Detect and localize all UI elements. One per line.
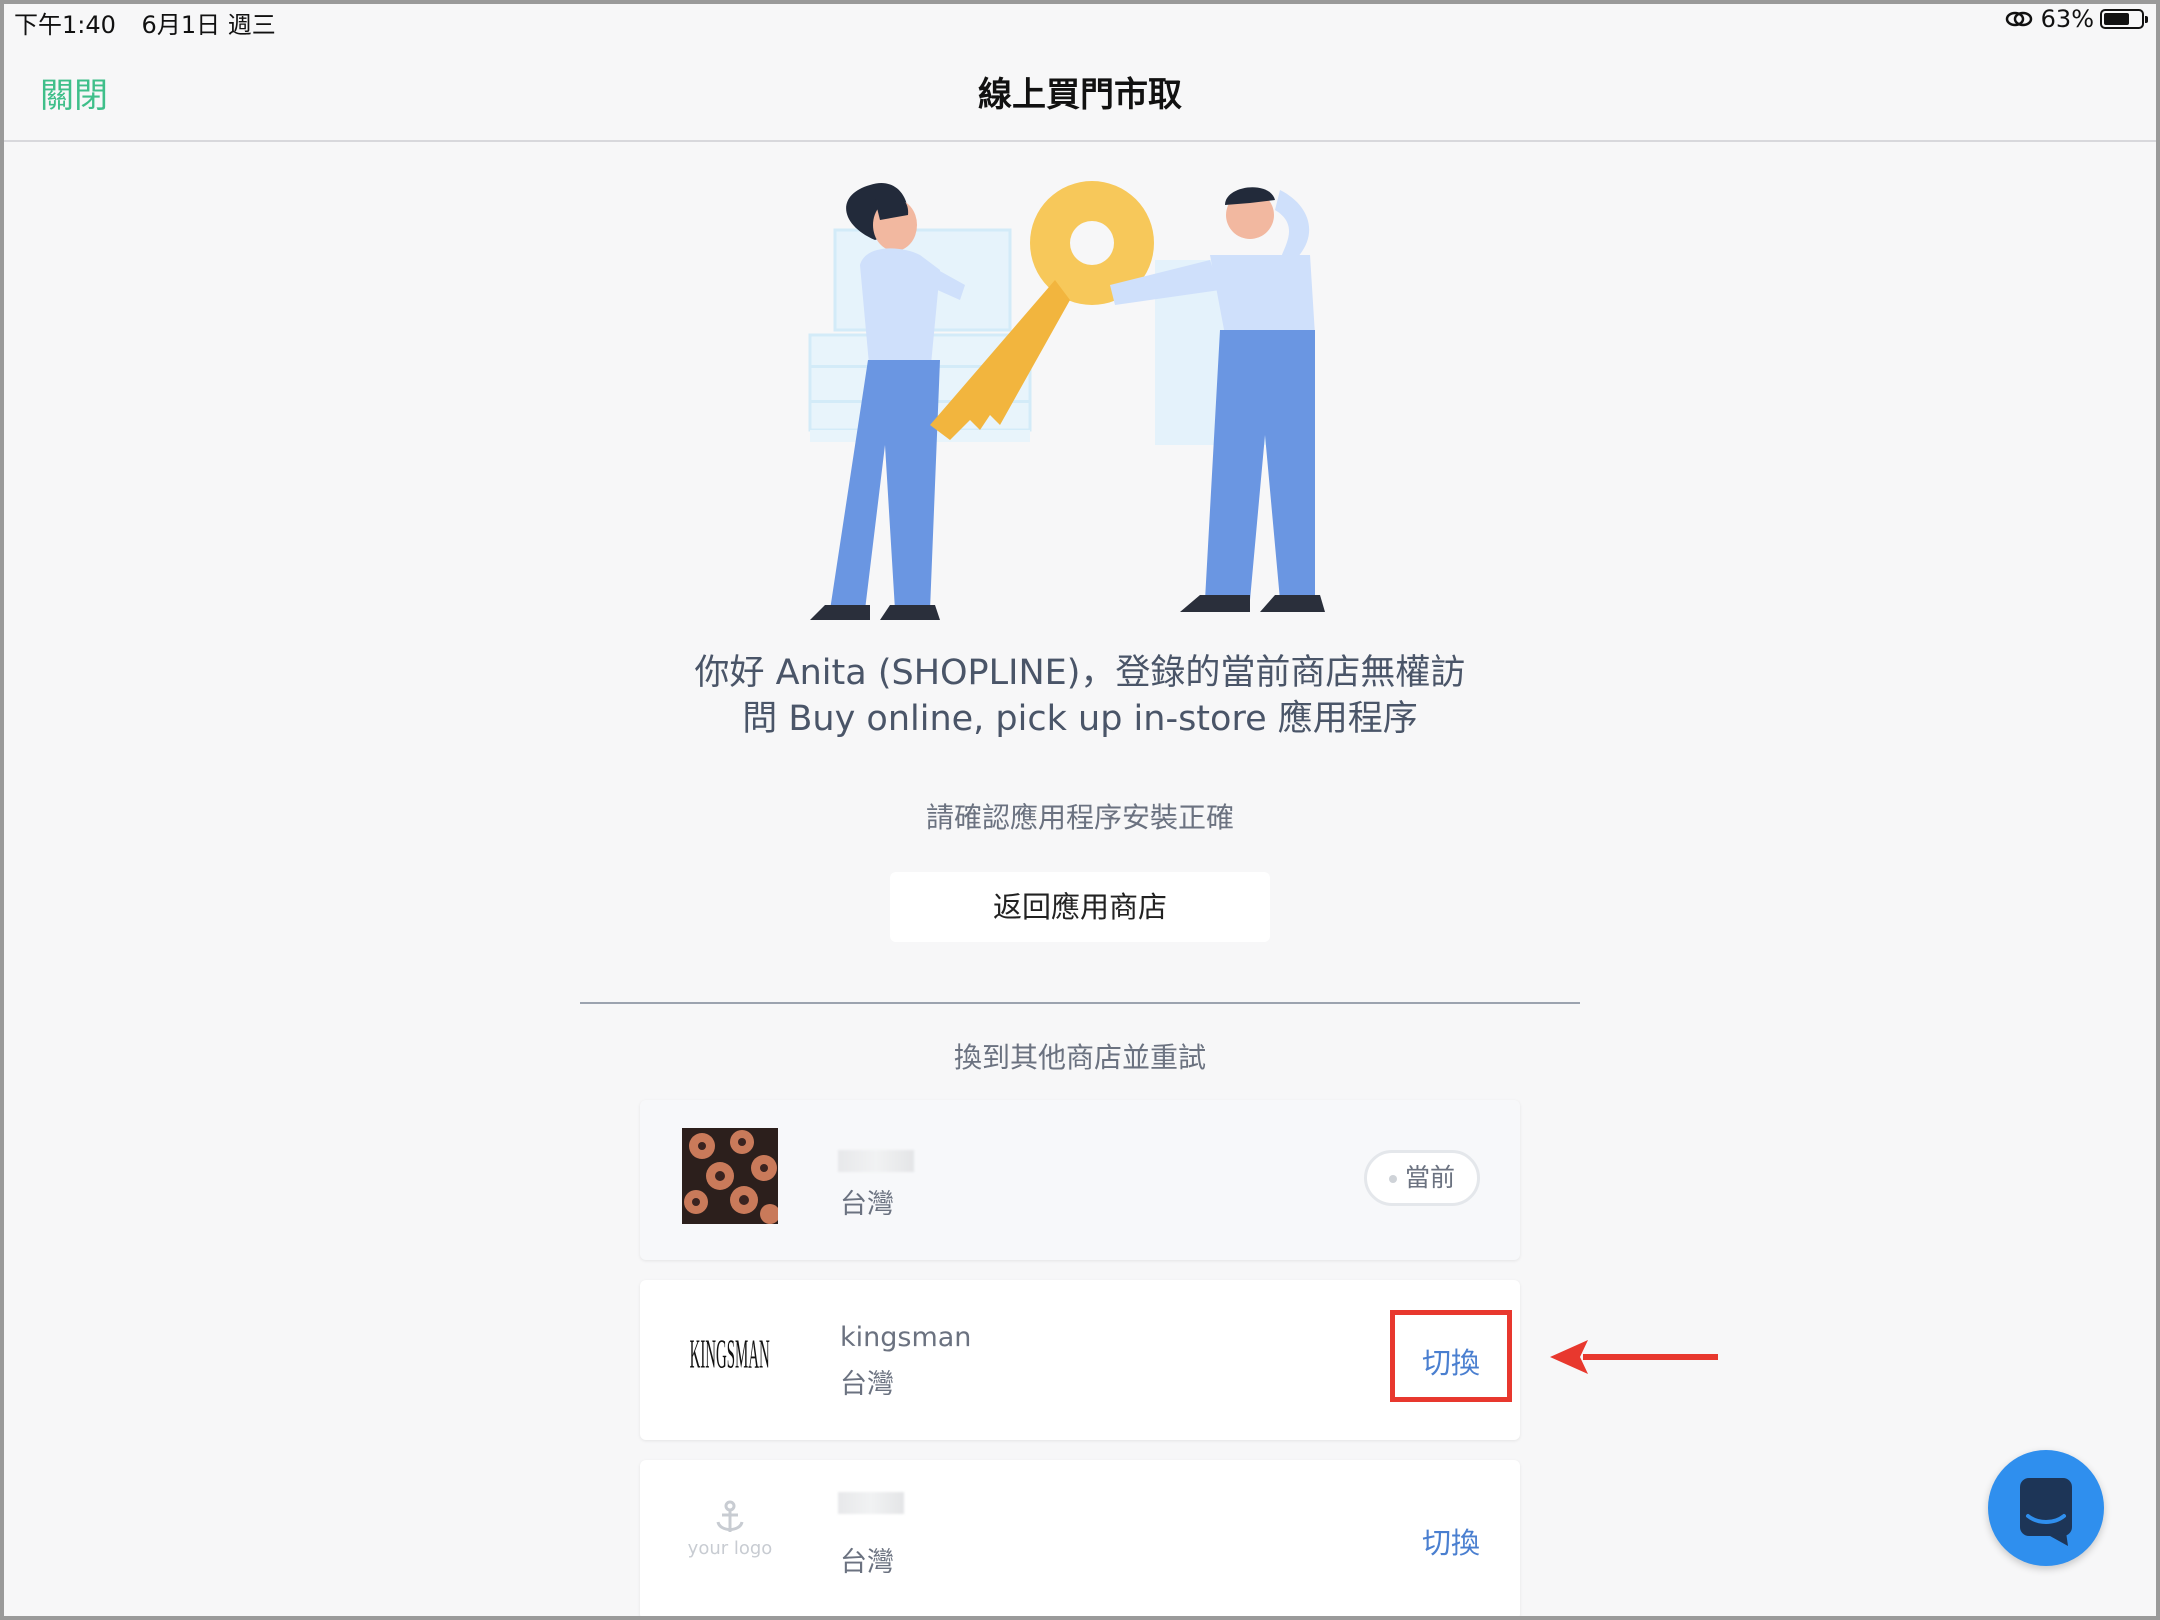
store-name: kingsman <box>840 1322 972 1353</box>
message-line-1: 你好 Anita (SHOPLINE)，登錄的當前商店無權訪 <box>694 653 1466 693</box>
nav-bar: 關閉 線上買門市取 <box>0 40 2160 142</box>
key-handover-illustration <box>808 181 1325 620</box>
status-right: 63% <box>2005 5 2148 33</box>
confirm-install-text: 請確認應用程序安裝正確 <box>925 801 1234 834</box>
current-store-badge: 當前 <box>1364 1150 1480 1206</box>
your-logo-text: your logo <box>687 1538 773 1559</box>
link-icon <box>2005 11 2032 27</box>
store-card-kingsman: KINGSMAN kingsman 台灣 切換 <box>640 1280 1520 1440</box>
current-label: 當前 <box>1404 1163 1455 1192</box>
store-country: 台灣 <box>840 1547 894 1578</box>
store-logo-flowers <box>682 1128 778 1224</box>
store-card-your-logo: your logo 台灣 切換 <box>640 1460 1520 1620</box>
anchor-icon <box>716 1500 744 1532</box>
switch-store-title: 換到其他商店並重試 <box>953 1041 1206 1074</box>
store-card-current: 台灣 當前 <box>640 1100 1520 1260</box>
switch-button[interactable]: 切換 <box>1422 1520 1480 1562</box>
status-bar: 下午1:40 6月1日 週三 63% <box>0 0 2160 40</box>
battery-percent: 63% <box>2040 5 2094 33</box>
kingsman-logo-text: KINGSMAN <box>689 1333 771 1378</box>
chat-button[interactable] <box>1988 1450 2104 1566</box>
status-date: 6月1日 週三 <box>141 11 276 39</box>
store-logo-your-logo: your logo <box>682 1488 778 1584</box>
divider <box>580 1002 1580 1004</box>
permission-message: 你好 Anita (SHOPLINE)，登錄的當前商店無權訪 問 Buy onl… <box>580 650 1580 742</box>
status-left: 下午1:40 6月1日 週三 <box>14 5 294 40</box>
page-title: 線上買門市取 <box>978 75 1182 115</box>
back-to-app-store-button[interactable]: 返回應用商店 <box>890 872 1270 942</box>
store-name-redacted <box>838 1492 904 1514</box>
store-country: 台灣 <box>840 1369 894 1400</box>
store-name-redacted <box>838 1150 914 1172</box>
status-time: 下午1:40 <box>14 11 116 39</box>
red-arrow-icon <box>1550 1340 1718 1374</box>
battery-icon <box>2100 9 2148 29</box>
chat-bubble-icon <box>2020 1478 2072 1546</box>
store-country: 台灣 <box>840 1189 894 1220</box>
highlight-box <box>1390 1310 1512 1402</box>
status-dot-icon <box>1388 1175 1397 1183</box>
message-line-2: 問 Buy online, pick up in-store 應用程序 <box>742 699 1418 739</box>
store-logo-kingsman: KINGSMAN <box>682 1308 778 1404</box>
